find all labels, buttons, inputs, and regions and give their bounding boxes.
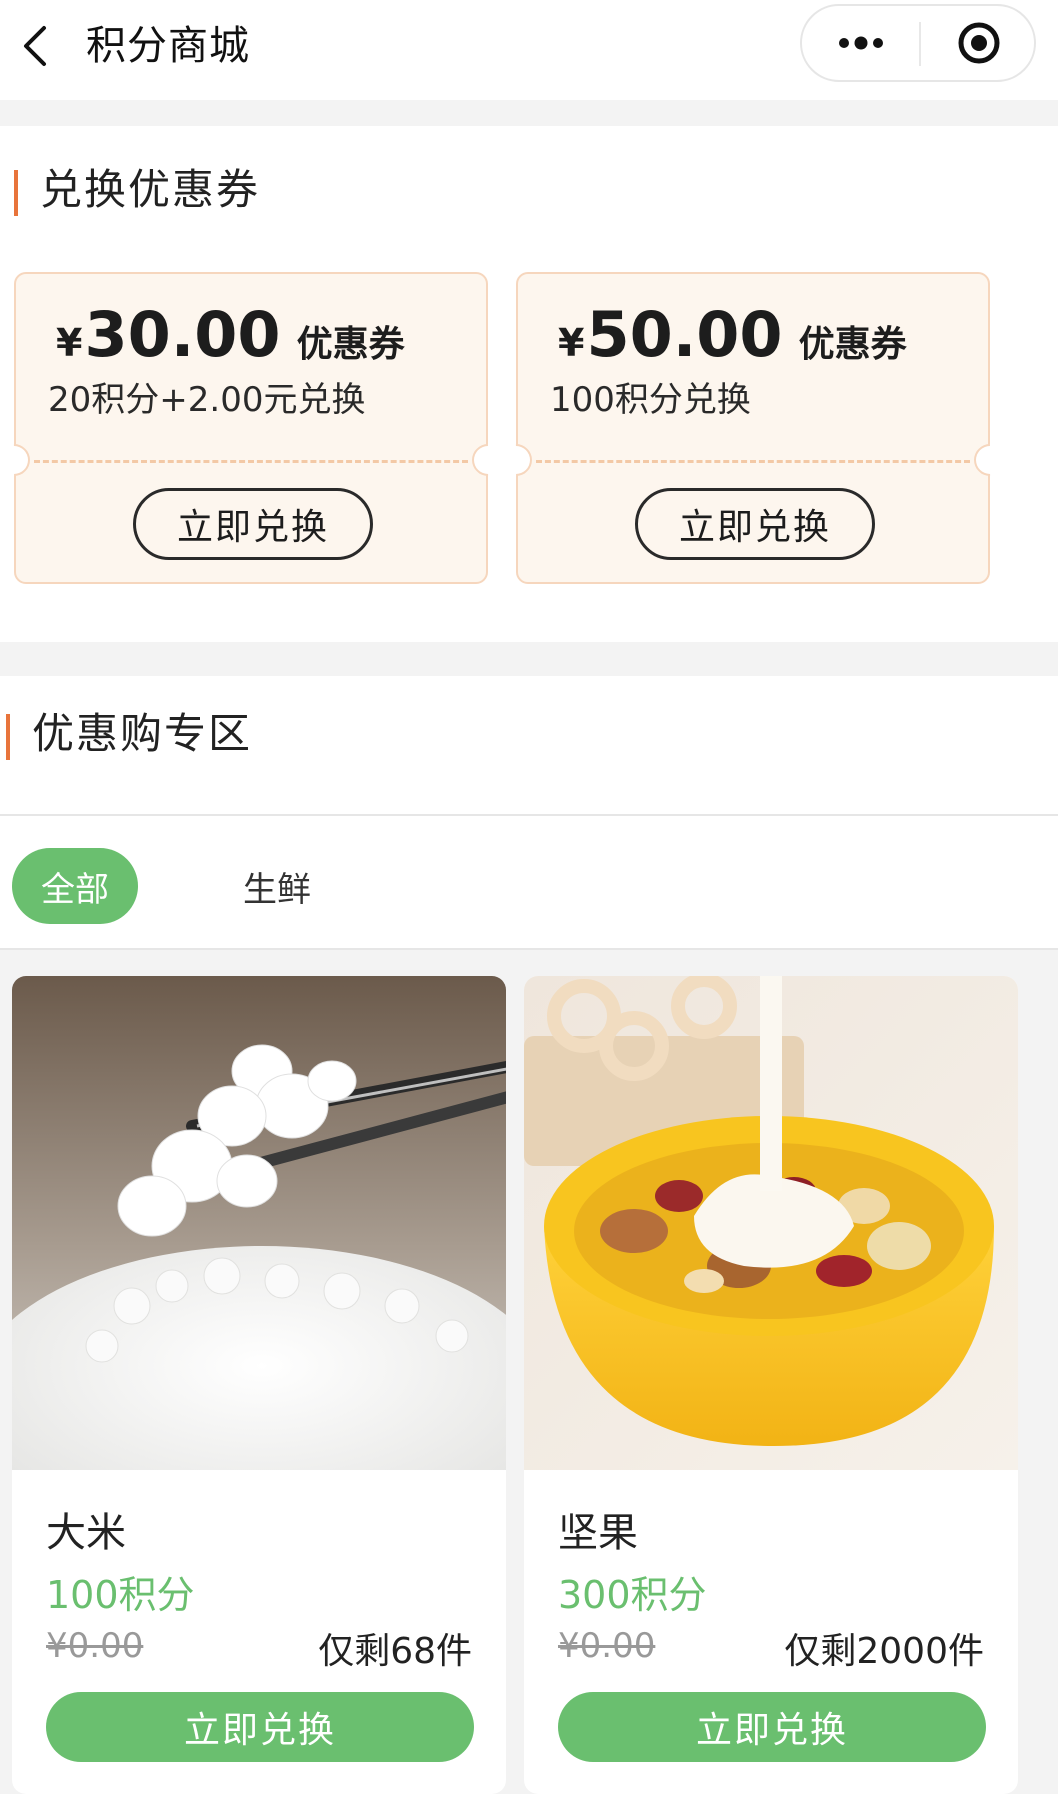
redeem-product-button[interactable]: 立即兑换 (46, 1692, 474, 1762)
currency-symbol: ¥ (56, 321, 83, 365)
coupon-amount: 50.00 (586, 298, 783, 371)
target-icon[interactable] (921, 6, 1036, 80)
coupon-card: ¥ 30.00 优惠券 20积分+2.00元兑换 立即兑换 (0, 272, 511, 584)
currency-symbol: ¥ (558, 321, 585, 365)
product-name: 坚果 (558, 1510, 638, 1556)
coupon-divider (34, 460, 468, 463)
original-price: ¥0.00 (46, 1626, 144, 1666)
more-dots-icon[interactable] (802, 6, 919, 80)
coupon-divider (536, 460, 970, 463)
product-card[interactable]: 大米 100积分 ¥0.00 仅剩68件 立即兑换 (12, 976, 506, 1794)
rice-photo (12, 976, 506, 1546)
section-title-coupons: 兑换优惠券 (40, 165, 261, 214)
coupon-price: ¥ 30.00 优惠券 (56, 298, 405, 371)
product-points: 100积分 (46, 1573, 195, 1617)
page-title: 积分商城 (86, 23, 250, 69)
chevron-left-icon[interactable] (18, 22, 58, 70)
discount-zone-section: 优惠购专区 全部 生鲜 大米 100积分 ¥0.00 仅剩68件 立即兑换 坚果… (0, 676, 1058, 1794)
redeem-coupon-button[interactable]: 立即兑换 (635, 488, 875, 560)
tab-fresh[interactable]: 生鲜 (222, 848, 332, 924)
section-accent-bar (6, 714, 10, 760)
stock-remaining: 仅剩68件 (318, 1631, 472, 1672)
product-card[interactable]: 坚果 300积分 ¥0.00 仅剩2000件 立即兑换 (524, 976, 1018, 1794)
product-points: 300积分 (558, 1573, 707, 1617)
product-name: 大米 (46, 1510, 126, 1556)
category-tabs: 全部 生鲜 (0, 814, 1058, 950)
tab-all[interactable]: 全部 (12, 848, 138, 924)
stock-remaining: 仅剩2000件 (784, 1631, 984, 1672)
coupon-price: ¥ 50.00 优惠券 (558, 298, 907, 371)
coupon-unit: 优惠券 (296, 324, 405, 365)
redeem-product-button[interactable]: 立即兑换 (558, 1692, 986, 1762)
section-title-deals: 优惠购专区 (32, 709, 253, 758)
coupon-amount: 30.00 (84, 298, 281, 371)
coupon-card: ¥ 50.00 优惠券 100积分兑换 立即兑换 (493, 272, 1013, 584)
coupon-cost: 20积分+2.00元兑换 (48, 380, 366, 420)
top-nav-bar: 积分商城 (0, 0, 1058, 100)
mini-program-capsule (800, 4, 1036, 82)
section-accent-bar (14, 170, 18, 216)
coupon-unit: 优惠券 (798, 324, 907, 365)
coupon-cost: 100积分兑换 (550, 380, 751, 420)
nuts-yogurt-photo (524, 976, 1018, 1470)
original-price: ¥0.00 (558, 1626, 656, 1666)
redeem-coupon-button[interactable]: 立即兑换 (133, 488, 373, 560)
